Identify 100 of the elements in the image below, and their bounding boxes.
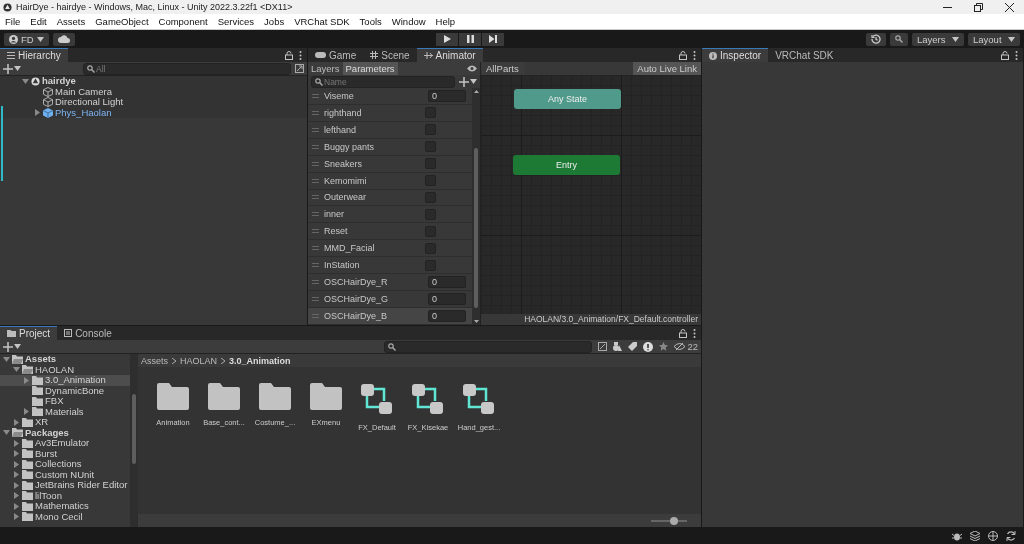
lock-icon[interactable] (679, 50, 687, 60)
drag-handle-icon[interactable] (312, 195, 319, 200)
account-dropdown[interactable]: FD (4, 32, 49, 46)
folder-tree-item[interactable]: HAOLAN (0, 364, 130, 375)
folder-tree-item[interactable]: Mono Cecil (0, 511, 130, 522)
drag-handle-icon[interactable] (312, 246, 319, 251)
menu-item[interactable]: File (5, 16, 21, 27)
folder-tree-item[interactable]: Collections (0, 459, 130, 470)
parameter-row[interactable]: OSCHairDye_R 0 (308, 274, 472, 292)
parameter-row[interactable]: inner (308, 206, 472, 224)
history-button[interactable] (866, 32, 886, 46)
drag-handle-icon[interactable] (312, 229, 319, 234)
folder-tree-item[interactable]: Av3Emulator (0, 438, 130, 449)
drag-handle-icon[interactable] (312, 212, 319, 217)
parameter-row[interactable]: Viseme 0 (308, 88, 472, 105)
pause-button[interactable] (459, 32, 482, 46)
menu-item[interactable]: Edit (30, 16, 47, 27)
state-node[interactable]: Entry (513, 155, 620, 175)
menu-item[interactable]: VRChat SDK (294, 16, 350, 27)
drag-handle-icon[interactable] (312, 263, 319, 268)
drag-handle-icon[interactable] (312, 93, 319, 98)
breadcrumb-link[interactable]: HAOLAN (180, 355, 218, 366)
warning-icon[interactable] (643, 341, 654, 352)
close-icon[interactable] (1005, 2, 1014, 12)
drag-handle-icon[interactable] (312, 127, 319, 132)
drag-handle-icon[interactable] (312, 297, 319, 301)
more-icon[interactable] (693, 50, 696, 60)
menu-item[interactable]: Jobs (264, 16, 285, 27)
hidden-packages-toggle[interactable]: 22 (674, 341, 698, 352)
parameter-row[interactable]: MMD_Facial (308, 240, 472, 258)
stack-icon[interactable] (970, 531, 980, 541)
number-field[interactable]: 0 (428, 89, 466, 102)
search-button[interactable] (890, 32, 908, 46)
menu-item[interactable]: Window (391, 16, 426, 27)
expanded-arrow-icon[interactable] (3, 429, 10, 437)
add-icon[interactable] (3, 63, 13, 74)
parameter-row[interactable]: Kemomimi (308, 172, 472, 190)
more-icon[interactable] (693, 328, 696, 338)
folder-tree-item[interactable]: Materials (0, 406, 130, 417)
hierarchy-item[interactable]: Directional Light (0, 97, 307, 108)
parameter-row[interactable]: lefthand (308, 121, 472, 139)
project-tab[interactable]: Project (0, 326, 58, 340)
drag-handle-icon[interactable] (312, 110, 319, 115)
breadcrumb-link[interactable]: Assets (141, 355, 168, 366)
more-icon[interactable] (299, 50, 302, 60)
hierarchy-tab[interactable]: Hierarchy (0, 48, 68, 62)
drag-handle-icon[interactable] (312, 280, 319, 285)
folder-tree-item[interactable]: DynamicBone (0, 385, 130, 396)
restore-icon[interactable] (974, 2, 983, 12)
drag-handle-icon[interactable] (312, 313, 319, 318)
menu-item[interactable]: Assets (56, 16, 86, 27)
folder-tree-item[interactable]: lilToon (0, 490, 130, 501)
folder-tree-item[interactable]: 3.0_Animation (0, 375, 130, 386)
number-field[interactable]: 0 (428, 309, 466, 322)
add-icon[interactable] (459, 76, 469, 87)
collapsed-arrow-icon[interactable] (23, 376, 30, 384)
bug-icon[interactable] (952, 531, 962, 541)
add-icon[interactable] (3, 341, 13, 352)
folder-tree-item[interactable]: XR (0, 417, 130, 428)
layer-breadcrumb[interactable]: AllParts (481, 62, 525, 75)
parameter-row[interactable]: OSCHairDye_G 0 (308, 291, 472, 308)
inspector-tab[interactable]: VRChat SDK (768, 48, 841, 62)
menu-item[interactable]: Help (435, 16, 456, 27)
number-field[interactable]: 0 (428, 276, 466, 289)
eye-icon[interactable] (467, 65, 477, 72)
star-icon[interactable] (659, 342, 669, 351)
project-tab[interactable]: Console (57, 326, 119, 340)
folder-tree-item[interactable]: Mathematics (0, 501, 130, 512)
folder-tree-item[interactable]: JetBrains Rider Editor (0, 480, 130, 491)
sync-icon[interactable] (1006, 531, 1016, 541)
drag-handle-icon[interactable] (312, 178, 319, 183)
network-icon[interactable] (988, 531, 998, 541)
hierarchy-item[interactable]: hairdye (0, 76, 307, 87)
cloud-button[interactable] (52, 32, 75, 46)
parameter-row[interactable]: InStation (308, 257, 472, 275)
parameter-row[interactable]: Outerwear (308, 189, 472, 207)
scrollbar-thumb[interactable] (132, 394, 136, 464)
editor-tab[interactable]: Scene (363, 48, 417, 62)
expanded-arrow-icon[interactable] (22, 77, 29, 85)
parameter-row[interactable]: Buggy pants (308, 138, 472, 156)
drag-handle-icon[interactable] (312, 161, 319, 166)
tag-icon[interactable] (628, 342, 638, 351)
editor-tab[interactable]: Animator (416, 48, 483, 62)
scroll-up-icon[interactable] (473, 90, 479, 93)
collapsed-arrow-icon[interactable] (34, 109, 41, 117)
menu-item[interactable]: Component (158, 16, 208, 27)
parameter-row[interactable]: Reset (308, 223, 472, 241)
lock-icon[interactable] (285, 50, 293, 60)
scrollbar-thumb[interactable] (474, 148, 478, 308)
scene-view-icon[interactable] (598, 342, 608, 351)
parameter-row[interactable]: Sneakers (308, 155, 472, 173)
hierarchy-item[interactable]: Phys_Haolan (0, 107, 307, 118)
editor-tab[interactable]: Game (308, 48, 364, 62)
number-field[interactable]: 0 (428, 293, 466, 305)
animator-subtab[interactable]: Parameters (342, 62, 398, 75)
folder-tree-item[interactable]: FBX (0, 396, 130, 407)
inspector-tab[interactable]: Inspector (702, 48, 769, 62)
folder-tree-item[interactable]: Assets (0, 354, 130, 365)
breadcrumb-link[interactable]: 3.0_Animation (229, 355, 291, 366)
more-icon[interactable] (1015, 50, 1018, 60)
